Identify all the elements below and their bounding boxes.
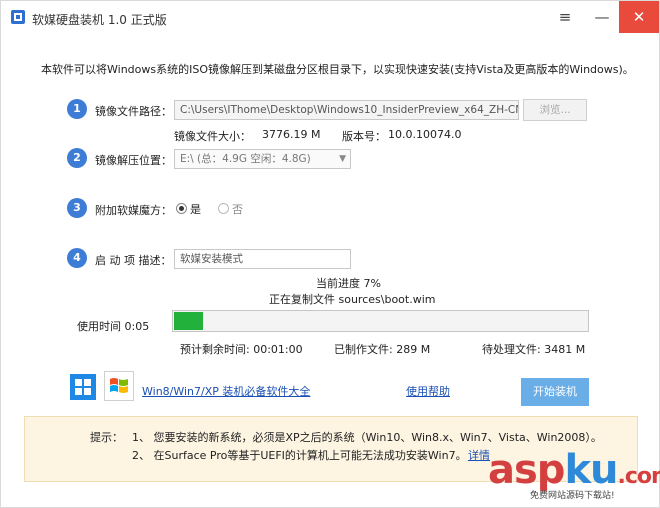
radio-no-label[interactable]: 否 bbox=[232, 201, 243, 217]
radio-yes[interactable] bbox=[176, 203, 187, 214]
app-window: 软媒硬盘装机 1.0 正式版 ≡ — ✕ 本软件可以将Windows系统的ISO… bbox=[0, 0, 660, 508]
radio-yes-label[interactable]: 是 bbox=[190, 201, 201, 217]
watermark-brand-c: .com bbox=[617, 464, 660, 489]
start-install-button[interactable]: 开始装机 bbox=[521, 378, 589, 406]
step-4-badge: 4 bbox=[67, 248, 87, 268]
details-link[interactable]: 详情 bbox=[468, 447, 490, 463]
step-1-badge: 1 bbox=[67, 99, 87, 119]
boot-description-input[interactable]: 软媒安装模式 bbox=[174, 249, 351, 269]
menu-button[interactable]: ≡ bbox=[551, 4, 579, 30]
close-icon: ✕ bbox=[632, 8, 646, 26]
tip-line-2: 2、 在Surface Pro等基于UEFI的计算机上可能无法成功安装Win7。 bbox=[132, 449, 467, 462]
remaining-time: 预计剩余时间: 00:01:00 bbox=[180, 343, 303, 356]
current-file-text: 正在复制文件 sources\boot.wim bbox=[269, 293, 436, 306]
version-label: 版本号： bbox=[342, 130, 386, 143]
intro-text: 本软件可以将Windows系统的ISO镜像解压到某磁盘分区根目录下，以实现快速安… bbox=[41, 63, 634, 76]
version-value: 10.0.10074.0 bbox=[388, 128, 462, 141]
step-1-label: 镜像文件路径： bbox=[95, 105, 172, 118]
iso-path-field[interactable]: C:\Users\IThome\Desktop\Windows10_Inside… bbox=[174, 100, 519, 120]
step-3-label: 附加软媒魔方： bbox=[95, 204, 172, 217]
chevron-down-icon: ▼ bbox=[339, 154, 346, 164]
minimize-button[interactable]: — bbox=[588, 4, 616, 30]
step-4-label: 启 动 项 描述： bbox=[95, 254, 172, 267]
window-title: 软媒硬盘装机 1.0 正式版 bbox=[32, 13, 167, 27]
tip-line-1: 1、 您要安装的新系统，必须是XP之后的系统（Win10、Win8.x、Win7… bbox=[132, 431, 602, 444]
tips-label: 提示： bbox=[90, 431, 123, 444]
watermark: aspku.com 免费网站源码下载站! bbox=[488, 447, 660, 506]
windows7-logo-button[interactable] bbox=[104, 371, 134, 401]
extract-location-select[interactable]: E:\ (总：4.9G 空闲：4.8G) ▼ bbox=[174, 149, 351, 169]
watermark-subtitle: 免费网站源码下载站! bbox=[530, 491, 615, 501]
image-size-value: 3776.19 M bbox=[262, 128, 321, 141]
watermark-brand-a: asp bbox=[488, 447, 565, 493]
browse-button[interactable]: 浏览... bbox=[523, 99, 587, 121]
minimize-icon: — bbox=[594, 8, 610, 26]
current-progress-text: 当前进度 7% bbox=[316, 277, 381, 290]
progress-bar-fill bbox=[174, 312, 203, 330]
watermark-brand-b: ku bbox=[564, 447, 618, 493]
app-logo-icon bbox=[11, 10, 25, 24]
pending-files: 待处理文件: 3481 M bbox=[482, 343, 586, 356]
help-link[interactable]: 使用帮助 bbox=[406, 383, 450, 399]
step-2-label: 镜像解压位置： bbox=[95, 154, 172, 167]
step-3-badge: 3 bbox=[67, 198, 87, 218]
elapsed-time: 使用时间 0:05 bbox=[77, 320, 150, 333]
done-files: 已制作文件: 289 M bbox=[334, 343, 431, 356]
title-bar[interactable]: 软媒硬盘装机 1.0 正式版 ≡ — ✕ bbox=[1, 1, 659, 35]
progress-bar bbox=[172, 310, 589, 332]
image-size-label: 镜像文件大小： bbox=[174, 130, 251, 143]
software-link[interactable]: Win8/Win7/XP 装机必备软件大全 bbox=[142, 383, 310, 399]
extract-location-value: E:\ (总：4.9G 空闲：4.8G) bbox=[180, 153, 311, 165]
windows8-logo-icon[interactable] bbox=[70, 374, 96, 400]
close-button[interactable]: ✕ bbox=[619, 1, 659, 33]
step-2-badge: 2 bbox=[67, 148, 87, 168]
hamburger-menu-icon: ≡ bbox=[558, 8, 572, 26]
radio-no[interactable] bbox=[218, 203, 229, 214]
windows7-logo-icon bbox=[110, 378, 128, 393]
